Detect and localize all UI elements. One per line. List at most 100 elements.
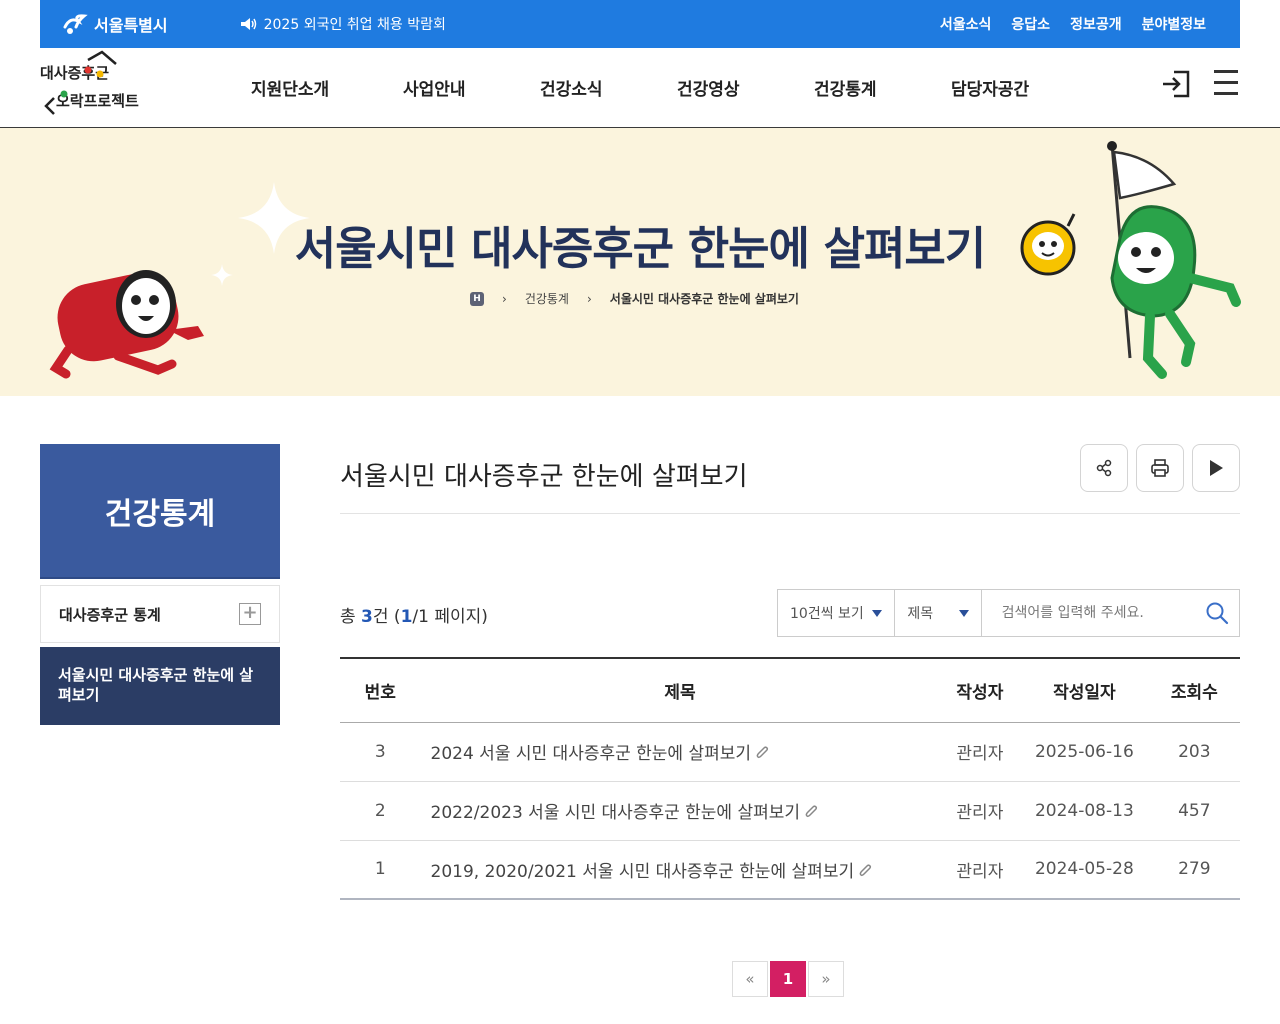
lnb-item-metabolic-stats[interactable]: 대사증후군 통계 + <box>40 585 280 643</box>
attachment-icon <box>756 746 769 759</box>
login-button[interactable] <box>1160 68 1192 100</box>
link-info-disclosure[interactable]: 정보공개 <box>1070 14 1122 34</box>
total-prefix: 총 <box>340 607 362 627</box>
next-page-button[interactable]: » <box>808 961 844 997</box>
gnb-item-business[interactable]: 사업안내 <box>382 75 519 100</box>
lnb-heading: 건강통계 <box>40 444 280 579</box>
gnb-item-about[interactable]: 지원단소개 <box>222 75 382 100</box>
breadcrumb-current: 서울시민 대사증후군 한눈에 살펴보기 <box>609 292 799 306</box>
util-links: 서울소식 응답소 정보공개 분야별정보 <box>940 14 1206 34</box>
row-views: 457 <box>1148 781 1240 841</box>
notice-ticker[interactable]: 2025 외국인 취업 채용 박람회 <box>240 14 446 34</box>
play-icon <box>1210 460 1223 476</box>
breadcrumb-separator-icon: › <box>586 291 592 306</box>
page-size-select[interactable]: 10건씩 보기 <box>778 590 896 636</box>
caret-down-icon <box>872 609 883 617</box>
all-menu-button[interactable] <box>1214 70 1242 98</box>
row-author: 관리자 <box>939 840 1021 900</box>
row-number: 3 <box>340 722 421 782</box>
global-navigation: 대사증후군 오락프로젝트 지원단소개 사업안내 건강소식 건강영상 건강통계 담… <box>0 48 1280 128</box>
total-count: 총 3건 (1/1 페이지) <box>340 602 488 627</box>
link-field-info[interactable]: 분야별정보 <box>1142 14 1206 34</box>
hamburger-icon <box>1214 70 1238 73</box>
current-page-number: 1 <box>400 607 413 627</box>
total-pages: /1 페이지) <box>412 607 488 627</box>
breadcrumb: H › 건강통계 › 서울시민 대사증후군 한눈에 살펴보기 <box>470 290 799 307</box>
search-button[interactable] <box>1196 590 1239 636</box>
col-number: 번호 <box>340 658 421 723</box>
row-date: 2024-05-28 <box>1020 840 1149 900</box>
share-icon <box>1096 459 1112 477</box>
breadcrumb-separator-icon: › <box>502 291 507 306</box>
col-date: 작성일자 <box>1020 658 1149 723</box>
total-number: 3 <box>361 607 373 627</box>
row-date: 2025-06-16 <box>1020 722 1149 782</box>
lnb-item-label: 대사증후군 통계 <box>59 605 161 624</box>
row-date: 2024-08-13 <box>1020 781 1149 841</box>
row-author: 관리자 <box>939 722 1021 782</box>
page-1-button[interactable]: 1 <box>770 961 806 997</box>
search-icon <box>1206 602 1229 625</box>
green-mascot-illustration <box>1107 141 1241 379</box>
board-table: 번호 제목 작성자 작성일자 조회수 3 2024 서울 시민 대사증후군 한눈… <box>340 657 1240 900</box>
site-logo[interactable]: 대사증후군 오락프로젝트 <box>40 50 140 120</box>
row-author: 관리자 <box>939 781 1021 841</box>
gnb-item-staff-space[interactable]: 담당자공간 <box>930 75 1067 100</box>
row-subject-link[interactable]: 2024 서울 시민 대사증후군 한눈에 살펴보기 <box>431 744 752 764</box>
row-views: 279 <box>1148 840 1240 900</box>
sub-visual-banner: 서울시민 대사증후군 한눈에 살펴보기 H › 건강통계 › 서울시민 대사증후… <box>0 128 1280 396</box>
caret-down-icon <box>958 609 969 617</box>
table-row[interactable]: 3 2024 서울 시민 대사증후군 한눈에 살펴보기 관리자 2025-06-… <box>340 722 1240 782</box>
gnb-item-health-video[interactable]: 건강영상 <box>656 75 793 100</box>
row-subject-cell[interactable]: 2024 서울 시민 대사증후군 한눈에 살펴보기 <box>420 722 940 782</box>
play-button[interactable] <box>1192 444 1240 492</box>
plus-icon[interactable]: + <box>239 603 261 625</box>
pagination: « 1 » <box>732 961 844 997</box>
breadcrumb-item[interactable]: 건강통계 <box>525 290 569 307</box>
red-mascot-illustration <box>49 270 204 379</box>
share-button[interactable] <box>1080 444 1128 492</box>
seoul-brand-logo[interactable]: 서울특별시 <box>62 12 168 36</box>
notice-text: 2025 외국인 취업 채용 박람회 <box>263 17 446 33</box>
top-utility-bar: 서울특별시 2025 외국인 취업 채용 박람회 서울소식 응답소 정보공개 분… <box>40 0 1240 48</box>
row-number: 2 <box>340 781 421 841</box>
site-logo-graphic: 대사증후군 오락프로젝트 <box>40 50 139 115</box>
attachment-icon <box>805 805 818 818</box>
divider <box>340 513 1240 514</box>
row-subject-cell[interactable]: 2022/2023 서울 시민 대사증후군 한눈에 살펴보기 <box>420 781 940 841</box>
table-row[interactable]: 1 2019, 2020/2021 서울 시민 대사증후군 한눈에 살펴보기 관… <box>340 840 1240 900</box>
row-number: 1 <box>340 840 421 900</box>
search-field-select[interactable]: 제목 <box>895 590 982 636</box>
content-tools <box>1080 444 1240 492</box>
col-subject: 제목 <box>420 658 940 723</box>
table-row[interactable]: 2 2022/2023 서울 시민 대사증후군 한눈에 살펴보기 관리자 202… <box>340 781 1240 841</box>
col-views: 조회수 <box>1148 658 1240 723</box>
print-icon <box>1151 459 1169 477</box>
home-icon[interactable]: H <box>470 291 484 306</box>
search-input[interactable] <box>981 590 1196 636</box>
seoul-brand-text: 서울특별시 <box>94 16 168 35</box>
page-size-value: 10건씩 보기 <box>790 606 864 622</box>
prev-page-button[interactable]: « <box>732 961 768 997</box>
lnb-item-active[interactable]: 서울시민 대사증후군 한눈에 살펴보기 <box>40 647 280 725</box>
gnb-menu: 지원단소개 사업안내 건강소식 건강영상 건강통계 담당자공간 <box>222 48 1067 126</box>
svg-text:오락프로젝트: 오락프로젝트 <box>56 92 139 110</box>
link-eungdapso[interactable]: 응답소 <box>1011 14 1050 34</box>
row-views: 203 <box>1148 722 1240 782</box>
print-button[interactable] <box>1136 444 1184 492</box>
gnb-item-health-news[interactable]: 건강소식 <box>519 75 656 100</box>
total-mid: 건 ( <box>372 607 401 627</box>
row-subject-link[interactable]: 2019, 2020/2021 서울 시민 대사증후군 한눈에 살펴보기 <box>431 862 855 882</box>
seoul-logo-icon <box>63 14 88 34</box>
gnb-item-health-stats[interactable]: 건강통계 <box>793 75 930 100</box>
search-field-value: 제목 <box>907 606 934 622</box>
local-navigation: 건강통계 대사증후군 통계 + 서울시민 대사증후군 한눈에 살펴보기 <box>40 444 280 725</box>
row-subject-link[interactable]: 2022/2023 서울 시민 대사증후군 한눈에 살펴보기 <box>431 803 801 823</box>
search-area: 10건씩 보기 제목 <box>777 589 1240 637</box>
page-title: 서울시민 대사증후군 한눈에 살펴보기 <box>340 462 748 492</box>
login-icon <box>1163 70 1190 98</box>
yellow-mascot-illustration <box>1020 213 1076 276</box>
link-seoul-news[interactable]: 서울소식 <box>940 14 992 34</box>
speaker-icon <box>240 18 256 30</box>
row-subject-cell[interactable]: 2019, 2020/2021 서울 시민 대사증후군 한눈에 살펴보기 <box>420 840 940 900</box>
